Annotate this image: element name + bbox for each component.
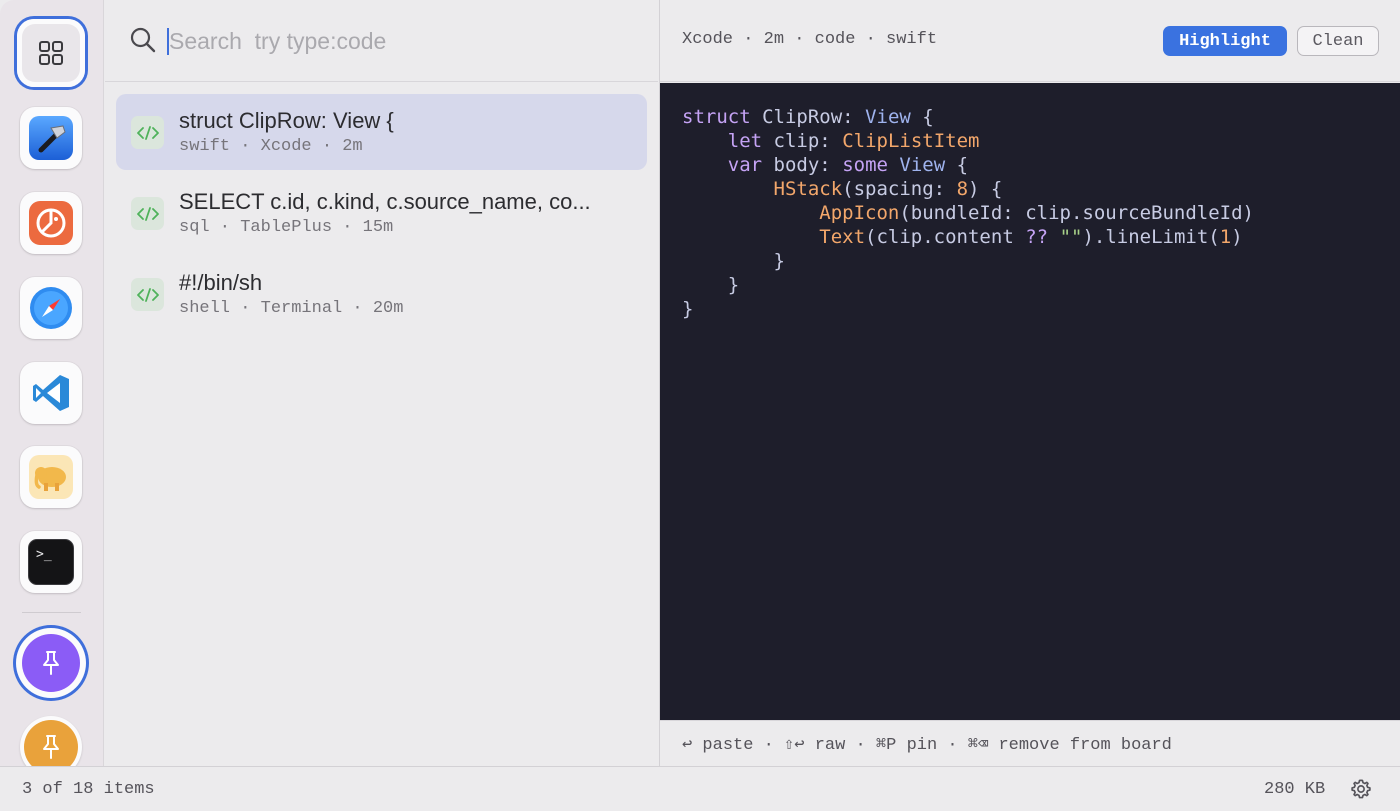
- clip-row[interactable]: #!/bin/sh shell · Terminal · 20m: [116, 256, 647, 332]
- code-preview[interactable]: struct ClipRow: View { let clip: ClipLis…: [660, 83, 1400, 720]
- detail-meta: Xcode · 2m · code · swift: [682, 30, 938, 49]
- code-line: var body: some View {: [727, 154, 969, 176]
- storage-size: 280 KB: [1264, 780, 1326, 799]
- shortcut-hints: ↩ paste · ⇧↩ raw · ⌘P pin · ⌘⌫ remove fr…: [660, 720, 1400, 766]
- shortcut-hints-text: ↩ paste · ⇧↩ raw · ⌘P pin · ⌘⌫ remove fr…: [682, 736, 1172, 755]
- rail-item-terminal[interactable]: >_: [20, 531, 82, 593]
- code-line: HStack(spacing: 8) {: [773, 178, 1003, 200]
- clip-meta: shell · Terminal · 20m: [179, 299, 404, 318]
- search-bar: [105, 0, 658, 82]
- search-input[interactable]: [169, 22, 629, 60]
- clip-list-panel: struct ClipRow: View { swift · Xcode · 2…: [105, 0, 658, 766]
- clip-meta: swift · Xcode · 2m: [179, 137, 363, 156]
- code-line: }: [727, 274, 740, 296]
- rail-item-safari[interactable]: [20, 277, 82, 339]
- clip-title: struct ClipRow: View {: [179, 108, 394, 133]
- gear-icon[interactable]: [1350, 778, 1372, 800]
- code-icon: [131, 116, 164, 149]
- rail-item-tableplus[interactable]: [20, 192, 82, 254]
- code-line: }: [773, 250, 785, 272]
- code-line: let clip: ClipListItem: [727, 130, 980, 152]
- detail-header: Xcode · 2m · code · swift Highlight Clea…: [660, 0, 1400, 82]
- rail-pinboard-orange[interactable]: [20, 716, 82, 766]
- elephant-icon: [29, 455, 73, 499]
- app-window: >_ Search try type:code struct ClipRow: …: [0, 0, 1400, 811]
- tableplus-elephant-icon: [29, 201, 73, 245]
- code-line: }: [682, 298, 694, 320]
- status-bar: 3 of 18 items 280 KB: [0, 766, 1400, 811]
- rail-item-xcode[interactable]: [20, 107, 82, 169]
- rail-item-vscode[interactable]: [20, 362, 82, 424]
- clip-detail-panel: Xcode · 2m · code · swift Highlight Clea…: [659, 0, 1400, 766]
- clip-title: #!/bin/sh: [179, 270, 263, 295]
- clip-row[interactable]: struct ClipRow: View { swift · Xcode · 2…: [116, 94, 647, 170]
- xcode-hammer-icon: [29, 116, 73, 160]
- item-count: 3 of 18 items: [22, 780, 155, 799]
- clip-title: SELECT c.id, c.kind, c.source_name, co..…: [179, 189, 591, 214]
- grid-icon: [39, 41, 63, 65]
- source-rail: >_: [0, 0, 104, 766]
- clean-button[interactable]: Clean: [1297, 26, 1379, 56]
- search-icon: [130, 27, 156, 53]
- code-line: struct ClipRow: View {: [682, 106, 934, 128]
- code-icon: [131, 278, 164, 311]
- clip-row[interactable]: SELECT c.id, c.kind, c.source_name, co..…: [116, 175, 647, 251]
- rail-divider: [22, 612, 81, 613]
- code-line: Text(clip.content ?? "").lineLimit(1): [819, 226, 1243, 248]
- clip-meta: sql · TablePlus · 15m: [179, 218, 394, 237]
- vscode-icon: [33, 375, 69, 411]
- rail-item-sequel[interactable]: [20, 446, 82, 508]
- code-icon: [131, 197, 164, 230]
- highlight-button[interactable]: Highlight: [1163, 26, 1287, 56]
- safari-compass-icon: [30, 287, 72, 329]
- pin-icon: [43, 735, 59, 759]
- terminal-icon: >_: [28, 539, 74, 585]
- rail-pinboard-purple[interactable]: [16, 628, 86, 698]
- code-line: AppIcon(bundleId: clip.sourceBundleId): [819, 202, 1254, 224]
- pin-icon: [43, 651, 59, 675]
- rail-item-all-clips[interactable]: [17, 19, 85, 87]
